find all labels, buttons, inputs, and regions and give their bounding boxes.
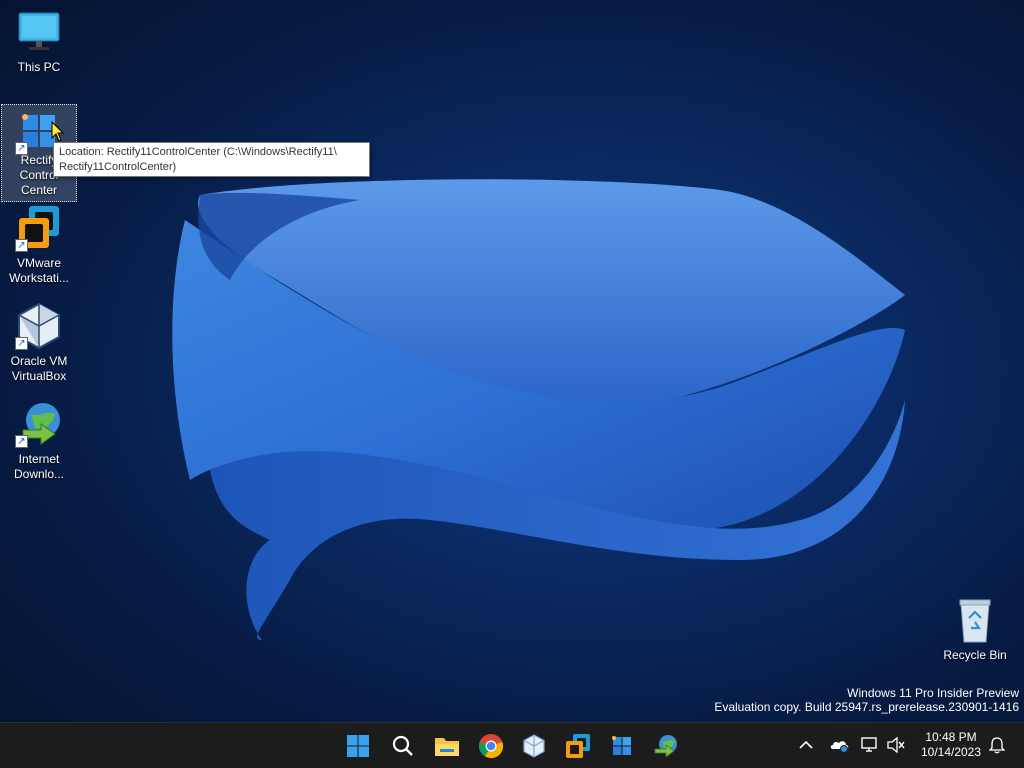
network-tray-button[interactable] <box>859 734 881 756</box>
clock-time: 10:48 PM <box>925 730 977 744</box>
this-pc-label: This PC <box>17 60 61 74</box>
idm-taskbar-button[interactable] <box>650 730 682 762</box>
shortcut-arrow-icon: ↗ <box>15 142 28 155</box>
shortcut-arrow-icon: ↗ <box>15 239 28 252</box>
chrome-button[interactable] <box>475 730 507 762</box>
vmware-label-line-2: Workstati... <box>9 271 69 285</box>
virtualbox-taskbar-button[interactable] <box>518 730 550 762</box>
virtualbox-icon <box>523 734 545 758</box>
bell-icon <box>989 737 1005 754</box>
start-button[interactable] <box>342 730 374 762</box>
show-hidden-icons-button[interactable] <box>795 734 817 756</box>
network-icon <box>861 737 877 752</box>
taskbar-clock[interactable]: 10:48 PM 10/14/2023 <box>914 730 988 760</box>
taskbar: 10:48 PM 10/14/2023 <box>0 722 1024 768</box>
notifications-button[interactable] <box>986 734 1008 756</box>
tooltip-line-2: Rectify11ControlCenter) <box>59 161 177 173</box>
vmware-icon: ↗ <box>15 204 63 252</box>
idm-label-line-2: Downlo... <box>13 467 65 481</box>
start-icon <box>347 735 369 757</box>
virtualbox-label-line-1: Oracle VM <box>10 354 68 368</box>
volume-tray-button[interactable] <box>885 734 907 756</box>
this-pc-icon <box>15 8 63 56</box>
rectify11-label-line-3: Center <box>20 183 58 197</box>
virtualbox-icon: ↗ <box>15 302 63 350</box>
search-button[interactable] <box>387 730 419 762</box>
internet-download-manager-icon: ↗ <box>15 400 63 448</box>
onedrive-tray-button[interactable] <box>828 734 850 756</box>
vmware-icon <box>566 734 590 758</box>
virtualbox-label-line-2: VirtualBox <box>11 369 67 383</box>
internet-download-manager-icon <box>654 735 677 758</box>
volume-muted-icon <box>887 736 905 754</box>
recycle-bin-label: Recycle Bin <box>943 648 1007 662</box>
recycle-bin-icon <box>951 596 999 644</box>
search-icon <box>392 735 413 756</box>
shortcut-arrow-icon: ↗ <box>15 337 28 350</box>
vmware-taskbar-button[interactable] <box>562 730 594 762</box>
tooltip-line-1: Location: Rectify11ControlCenter (C:\Win… <box>59 146 337 158</box>
chrome-icon <box>478 734 504 759</box>
desktop-icon-virtualbox[interactable]: ↗ Oracle VM VirtualBox <box>1 302 77 384</box>
watermark-line-2: Evaluation copy. Build 25947.rs_prerelea… <box>714 700 1019 714</box>
mouse-cursor-icon <box>51 121 65 142</box>
onedrive-icon <box>830 741 849 753</box>
rectify11-taskbar-button[interactable] <box>606 730 638 762</box>
clock-date: 10/14/2023 <box>920 745 982 759</box>
file-explorer-icon <box>435 738 459 756</box>
vmware-label-line-1: VMware <box>16 256 61 270</box>
file-explorer-button[interactable] <box>431 730 463 762</box>
watermark-line-1: Windows 11 Pro Insider Preview <box>847 686 1019 700</box>
desktop-icon-this-pc[interactable]: This PC <box>1 8 77 75</box>
idm-label-line-1: Internet <box>18 452 60 466</box>
desktop-icon-internet-download-manager[interactable]: ↗ Internet Downlo... <box>1 400 77 482</box>
shortcut-arrow-icon: ↗ <box>15 435 28 448</box>
desktop-icon-vmware[interactable]: ↗ VMware Workstati... <box>1 204 77 286</box>
desktop-icon-recycle-bin[interactable]: Recycle Bin <box>937 596 1013 663</box>
wallpaper <box>172 179 906 640</box>
evaluation-watermark: Windows 11 Pro Insider Preview Evaluatio… <box>714 686 1019 714</box>
location-tooltip: Location: Rectify11ControlCenter (C:\Win… <box>53 142 370 177</box>
chevron-up-icon <box>799 740 813 749</box>
rectify11-icon <box>612 736 631 755</box>
